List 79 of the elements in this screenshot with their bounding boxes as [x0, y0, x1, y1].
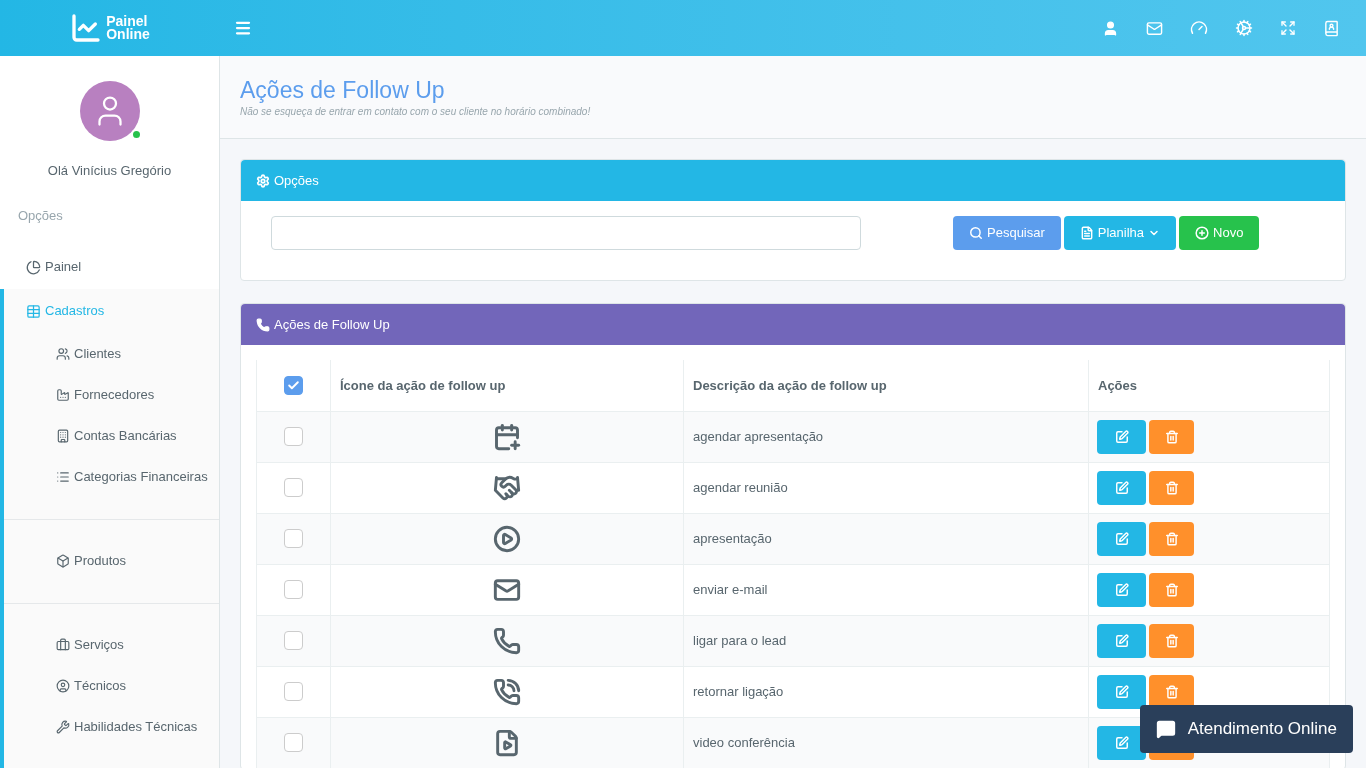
- checkbox[interactable]: [284, 580, 303, 599]
- sidebar-subitem[interactable]: Serviços: [4, 624, 219, 665]
- edit-icon: [1114, 582, 1129, 597]
- checkbox[interactable]: [284, 529, 303, 548]
- checkbox[interactable]: [284, 682, 303, 701]
- table-icon: [26, 303, 41, 319]
- user-greeting: Olá Vinícius Gregório: [47, 162, 172, 180]
- support-chat-toast[interactable]: Atendimento Online: [1139, 705, 1353, 753]
- play-circle-icon: [493, 524, 521, 553]
- checkbox[interactable]: [284, 733, 303, 752]
- phone-icon: [256, 317, 270, 332]
- edit-icon: [1114, 429, 1129, 444]
- wrench-icon: [56, 719, 70, 734]
- gauge-icon[interactable]: [1190, 19, 1208, 37]
- sidebar-subitem[interactable]: Clientes: [4, 333, 219, 374]
- column-header: Ações: [1088, 360, 1330, 411]
- sidebar-subitem[interactable]: Habilidades Técnicas: [4, 706, 219, 747]
- sidebar-subitem[interactable]: Técnicos: [4, 665, 219, 706]
- table-cell: retornar ligação: [683, 666, 1089, 717]
- briefcase-icon: [56, 637, 70, 652]
- video-file-icon: [493, 728, 521, 757]
- edit-icon: [1114, 684, 1129, 699]
- sidebar-subitem[interactable]: Produtos: [4, 540, 219, 581]
- chat-icon: [1155, 719, 1176, 739]
- list-icon: [56, 469, 70, 484]
- factory-icon: [56, 387, 70, 402]
- table-cell: agendar apresentação: [683, 411, 1089, 462]
- table-cell: agendar reunião: [683, 462, 1089, 513]
- sidebar-subitem[interactable]: Contas Bancárias: [4, 415, 219, 456]
- edit-icon: [1114, 531, 1129, 546]
- column-header: Ícone da ação de follow up: [330, 360, 684, 411]
- checkmark-icon: [287, 378, 300, 392]
- expand-icon[interactable]: [1280, 20, 1296, 36]
- search-icon: [969, 226, 983, 240]
- table-cell: enviar e-mail: [683, 564, 1089, 615]
- trash-icon: [1164, 633, 1179, 648]
- edit-button[interactable]: [1097, 725, 1146, 760]
- building-icon: [56, 428, 70, 443]
- trash-icon: [1164, 582, 1179, 597]
- logo-text: Painel Online: [106, 15, 150, 41]
- phone-ringing-icon: [493, 677, 521, 706]
- calendar-plus-icon: [493, 422, 521, 451]
- trash-icon: [1164, 429, 1179, 444]
- edit-icon: [1114, 735, 1129, 750]
- table-cell: ligar para o lead: [683, 615, 1089, 666]
- user-icon[interactable]: [1102, 19, 1119, 37]
- document-icon: [1079, 226, 1094, 240]
- settings-icon[interactable]: [1235, 19, 1253, 37]
- edit-icon: [1114, 633, 1129, 648]
- search-field[interactable]: [271, 216, 861, 250]
- contacts-book-icon[interactable]: [1323, 19, 1340, 37]
- edit-icon: [1114, 480, 1129, 495]
- page-subtitle: Não se esqueça de entrar em contato com o seu cliente no horário combinado!: [240, 105, 592, 119]
- envelope-icon[interactable]: [1146, 19, 1163, 37]
- handshake-icon: [493, 473, 521, 502]
- box-icon: [56, 553, 70, 568]
- panel-header: Opções: [241, 160, 1345, 201]
- checkbox[interactable]: [284, 631, 303, 650]
- plus-circle-icon: [1195, 226, 1210, 240]
- sidebar-subitem[interactable]: Categorias Financeiras: [4, 456, 219, 497]
- menu-icon[interactable]: [234, 19, 252, 37]
- table-cell: apresentação: [683, 513, 1089, 564]
- panel-header: Ações de Follow Up: [241, 304, 1345, 345]
- table-cell: video conferência: [683, 717, 1089, 768]
- trash-icon: [1164, 684, 1179, 699]
- sidebar-subitem[interactable]: Fornecedores: [4, 374, 219, 415]
- checkbox[interactable]: [284, 478, 303, 497]
- phone-icon: [493, 626, 521, 655]
- trash-icon: [1164, 531, 1179, 546]
- page-title: Ações de Follow Up: [240, 76, 446, 104]
- column-header: Descrição da ação de follow up: [683, 360, 1089, 411]
- trash-icon: [1164, 480, 1179, 495]
- pie-chart-icon: [26, 259, 41, 275]
- sidebar-item[interactable]: Painel: [0, 245, 219, 289]
- user-circle-icon: [56, 678, 70, 693]
- checkbox[interactable]: [284, 375, 303, 395]
- users-icon: [56, 346, 70, 361]
- checkbox[interactable]: [284, 427, 303, 446]
- section-label: Opções: [18, 206, 64, 225]
